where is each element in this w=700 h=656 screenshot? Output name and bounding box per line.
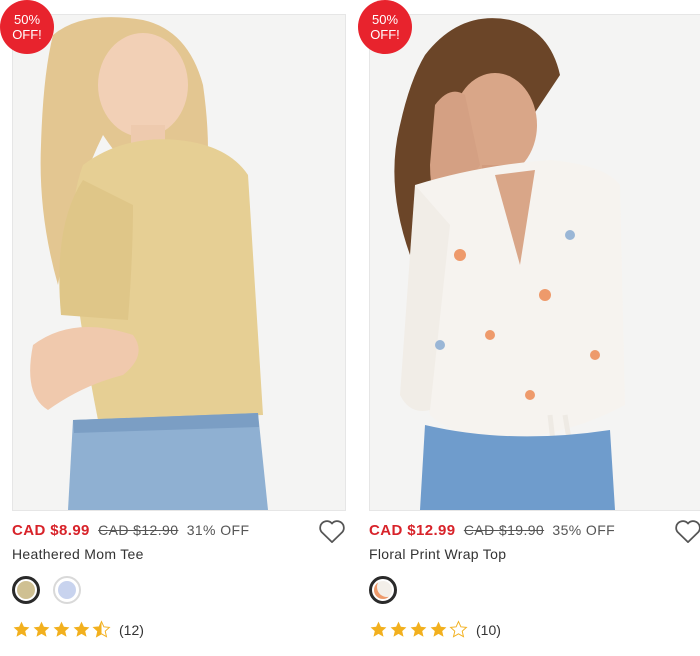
- product-card-floral-print-wrap-top[interactable]: 50% OFF! CAD $12.99 CAD $19.90 35% OFF F…: [358, 0, 700, 656]
- discount-percent: 31% OFF: [186, 522, 250, 538]
- star-icon: [33, 621, 50, 637]
- star-icon: [390, 621, 407, 637]
- star-icon: [430, 621, 447, 637]
- star-icon: [410, 621, 427, 637]
- current-price: CAD $12.99: [369, 522, 456, 539]
- star-rating: [12, 620, 111, 639]
- color-swatches: [369, 576, 397, 604]
- color-swatches: [12, 576, 81, 604]
- discount-badge: 50% OFF!: [0, 0, 54, 54]
- product-title[interactable]: Floral Print Wrap Top: [369, 546, 506, 562]
- original-price: CAD $12.90: [98, 522, 179, 538]
- star-icon: [73, 621, 90, 637]
- product-title[interactable]: Heathered Mom Tee: [12, 546, 144, 562]
- discount-percent: 35% OFF: [552, 522, 616, 538]
- price-row: CAD $12.99 CAD $19.90 35% OFF: [369, 522, 615, 542]
- badge-line1: 50%: [371, 12, 399, 27]
- badge-line2: OFF!: [12, 27, 42, 42]
- original-price: CAD $19.90: [463, 522, 545, 538]
- price-row: CAD $8.99 CAD $12.90 31% OFF: [12, 522, 249, 542]
- product-photo-model-tee: [13, 15, 345, 510]
- star-half-icon: [92, 620, 111, 638]
- star-empty-icon: [449, 620, 468, 638]
- product-image[interactable]: [12, 14, 346, 511]
- star-icon: [13, 621, 30, 637]
- current-price: CAD $8.99: [12, 522, 90, 539]
- color-swatch[interactable]: [53, 576, 81, 604]
- badge-line1: 50%: [13, 12, 41, 27]
- color-swatch-selected[interactable]: [12, 576, 40, 604]
- badge-line2: OFF!: [370, 27, 400, 42]
- wishlist-heart-icon[interactable]: [674, 518, 700, 544]
- star-icon: [370, 621, 387, 637]
- product-card-heathered-mom-tee[interactable]: 50% OFF! CAD $8.99 CAD $12.90 31% OFF He…: [0, 0, 352, 656]
- star-icon: [53, 621, 70, 637]
- rating: (10): [369, 620, 501, 639]
- rating: (12): [12, 620, 144, 639]
- star-rating: [369, 620, 468, 639]
- product-photo-model-wrap-top: [370, 15, 700, 510]
- discount-badge: 50% OFF!: [358, 0, 412, 54]
- review-count[interactable]: (10): [476, 622, 501, 638]
- review-count[interactable]: (12): [119, 622, 144, 638]
- product-image[interactable]: [369, 14, 700, 511]
- color-swatch-selected[interactable]: [369, 576, 397, 604]
- wishlist-heart-icon[interactable]: [318, 518, 346, 544]
